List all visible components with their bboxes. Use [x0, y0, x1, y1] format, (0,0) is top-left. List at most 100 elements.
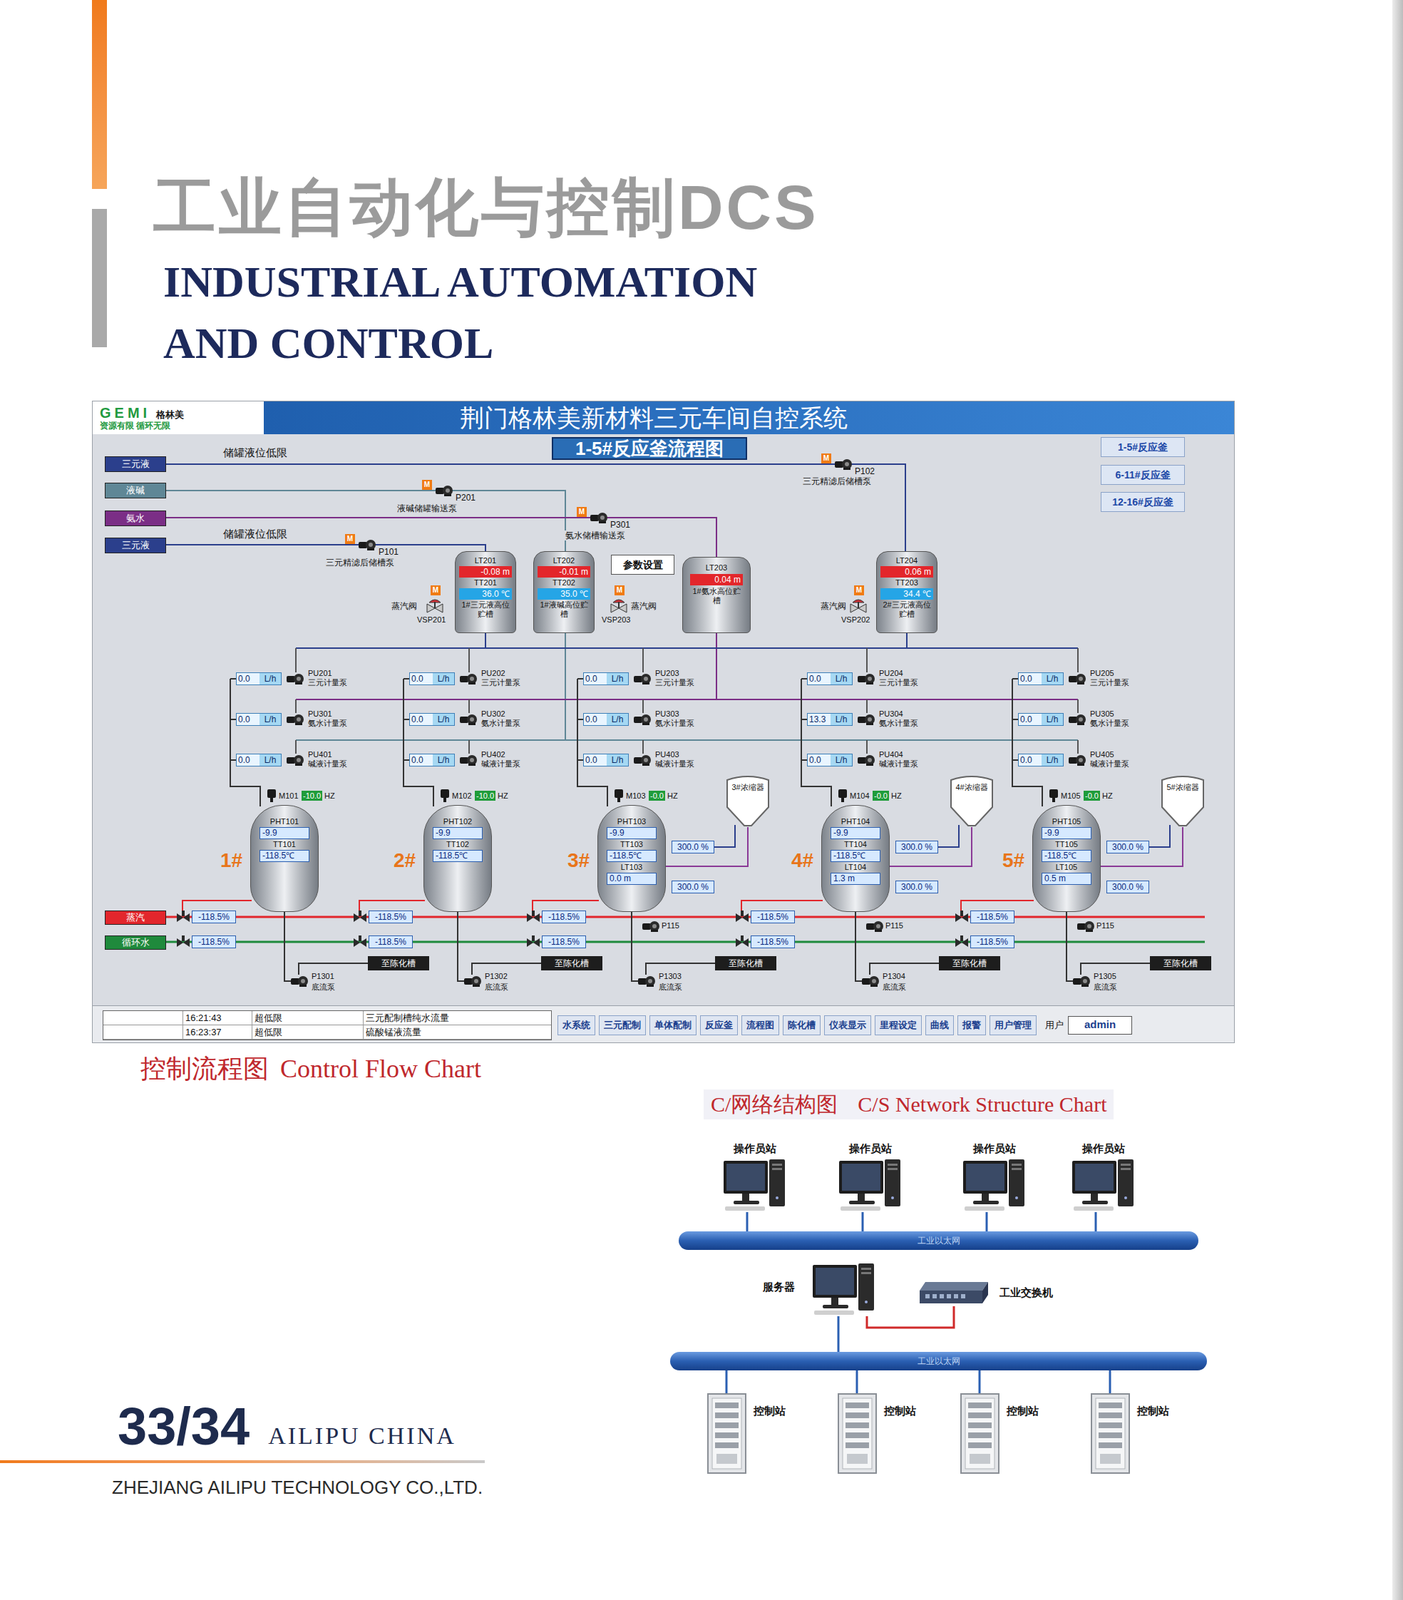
temp-value: 36.0 ℃ [459, 588, 512, 600]
menu-button[interactable]: 三元配制 [598, 1015, 646, 1036]
pump-icon [285, 712, 305, 726]
temp-value: -118.5℃ [259, 849, 310, 862]
user-field[interactable]: admin [1067, 1015, 1133, 1035]
feed-tag: 三元液 [104, 537, 167, 554]
level-tag: LT104 [844, 862, 867, 872]
motor-icon [836, 789, 849, 803]
accent-bar [91, 208, 107, 348]
alarm-type: 超低限 [252, 1025, 364, 1039]
flow-reading: 0.0L/h [807, 672, 853, 686]
control-cabinet-icon [836, 1392, 878, 1475]
temp-tag: TT104 [844, 839, 867, 850]
flow-unit: L/h [1041, 672, 1063, 685]
temp-tag: TT201 [474, 578, 497, 588]
menu-button[interactable]: 反应釜 [700, 1015, 738, 1036]
caption-cn: 控制流程图 [140, 1052, 269, 1085]
reactor-group-button[interactable]: 1-5#反应釜 [1100, 437, 1185, 457]
alarm-table: 16:21:43超低限三元配制槽纯水流量16:23:37超低限硫酸锰液流量 [102, 1010, 552, 1041]
title-en-line: AND CONTROL [163, 312, 1403, 374]
menu-button[interactable]: 水系统 [557, 1015, 596, 1036]
settings-button[interactable]: 参数设置 [610, 554, 675, 575]
pump-icon [1067, 672, 1087, 686]
pump-tag: PU304 [879, 709, 919, 719]
pump-name: 氨水计量泵 [879, 718, 919, 728]
pump-name: 三元计量泵 [879, 677, 919, 688]
ph-tag: PHT104 [841, 816, 870, 827]
pump-tag: PU401 [307, 749, 348, 760]
flow-unit: L/h [259, 713, 281, 726]
alarm-message: 硫酸锰液流量 [363, 1025, 552, 1039]
bottom-pump-tag: P1305 [1093, 971, 1117, 981]
temp-value: -118.5℃ [432, 849, 483, 862]
flow-reading: 0.0L/h [807, 753, 853, 767]
output-value: 300.0 % [671, 840, 715, 854]
menu-button[interactable]: 单体配制 [649, 1015, 697, 1036]
menu-button[interactable]: 里程设定 [874, 1015, 922, 1036]
bus-label: 工业以太网 [917, 1355, 961, 1366]
alarm-row[interactable]: 16:21:43超低限三元配制槽纯水流量 [103, 1010, 552, 1026]
output-value: 300.0 % [895, 840, 939, 854]
flow-unit: L/h [830, 672, 852, 685]
menu-button[interactable]: 用户管理 [989, 1015, 1037, 1036]
flow-unit: L/h [432, 713, 455, 726]
reactor-number: 2# [393, 849, 416, 872]
tank-name: 1#氨水高位贮槽 [689, 586, 744, 606]
operator-label: 操作员站 [730, 1142, 780, 1155]
user-label: 用户 [1045, 1018, 1064, 1033]
bottom-pump-label: 底流泵 [311, 982, 336, 992]
menu-button[interactable]: 曲线 [925, 1015, 954, 1036]
menu-button[interactable]: 陈化槽 [782, 1015, 821, 1036]
flow-reading: 0.0L/h [583, 753, 629, 767]
pump-tag: PU405 [1090, 749, 1130, 760]
flow-reading: 0.0L/h [235, 753, 282, 767]
alarm-row[interactable]: 16:23:37超低限硫酸锰液流量 [103, 1025, 552, 1040]
motor-badge: M [614, 585, 625, 596]
logo-mark: GEMI [99, 404, 151, 421]
pump-icon [1067, 753, 1087, 767]
control-cabinet-icon [1090, 1392, 1131, 1475]
concentrator: 5#浓缩器 [1160, 775, 1205, 827]
logo-slogan: 资源有限 循环无限 [99, 420, 264, 432]
temp-value: -118.5℃ [830, 849, 881, 862]
pump-name: 氨水计量泵 [481, 718, 521, 728]
frequency-unit: HZ [1100, 790, 1113, 801]
temp-tag: TT105 [1055, 839, 1078, 850]
reactor-group-button[interactable]: 6-11#反应釜 [1100, 464, 1185, 485]
steam-valve-output: -118.5% [750, 910, 795, 924]
reactor: PHT104-9.9TT104-118.5℃LT1041.3 m [821, 804, 890, 912]
level-value: 0.5 m [1041, 872, 1092, 885]
temp-tag: TT103 [620, 839, 644, 850]
pump-icon [633, 712, 652, 726]
page-edge [1392, 0, 1403, 1600]
pump-name: 三元计量泵 [655, 677, 695, 688]
outlet-tag: 至陈化槽 [1149, 956, 1212, 971]
menu-button[interactable]: 仪表显示 [824, 1015, 872, 1036]
flow-reading: 0.0L/h [1018, 672, 1064, 686]
flow-unit: L/h [432, 754, 455, 766]
menu-button[interactable]: 报警 [957, 1015, 986, 1036]
scada-header: GEMI 格林美 资源有限 循环无限 荆门格林美新材料三元车间自控系统 [92, 401, 1235, 435]
valve-label: 蒸汽阀 [630, 600, 658, 611]
server-label: 服务器 [762, 1280, 795, 1294]
level-tag: LT204 [896, 556, 918, 566]
pump-icon [856, 712, 876, 726]
motor-frequency: -0.0HZ [872, 789, 902, 802]
pump-icon [1076, 919, 1096, 933]
status-bar: 16:21:43超低限三元配制槽纯水流量16:23:37超低限硫酸锰液流量水系统… [92, 1005, 1235, 1043]
feed-tag: 三元液 [104, 456, 167, 472]
network-title-en: C/S Network Structure Chart [857, 1090, 1107, 1118]
pump-label: PU402碱液计量泵 [480, 749, 522, 769]
subtitle-text: 1-5#反应釜流程图 [575, 438, 724, 459]
menu-button[interactable]: 流程图 [741, 1015, 780, 1036]
pump-tag: P201 [454, 492, 477, 503]
network-title-cn: C/网络结构图 [710, 1090, 838, 1118]
frequency-value: -10.0 [301, 790, 323, 801]
reactor-group-button[interactable]: 12-16#反应釜 [1100, 491, 1185, 512]
level-value: -0.01 m [537, 566, 591, 578]
flow-value: 0.0 [236, 672, 260, 685]
frequency-value: -10.0 [474, 790, 496, 801]
pump-icon [856, 672, 876, 686]
reactor: PHT101-9.9TT101-118.5℃ [250, 804, 319, 912]
output-value: 300.0 % [1106, 840, 1150, 854]
frequency-unit: HZ [665, 790, 678, 801]
